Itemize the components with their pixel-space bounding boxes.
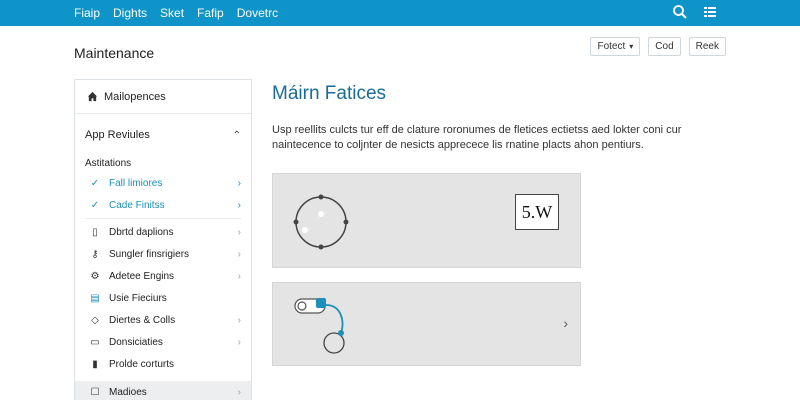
sidebar-item-donsiciaties[interactable]: ▭ Donsiciaties › bbox=[75, 331, 251, 353]
sidebar-item-diertes-colls[interactable]: ◇ Diertes & Colls › bbox=[75, 309, 251, 331]
sidebar: Mailopences App Reviules ⌃ Astitations ✓… bbox=[74, 79, 252, 400]
sidebar-subheading: Astitations bbox=[85, 158, 132, 169]
chevron-up-icon: ⌃ bbox=[232, 129, 241, 141]
nav-item-fafip[interactable]: Fafip bbox=[197, 6, 224, 20]
page-title: Maintenance bbox=[74, 45, 155, 61]
chevron-right-icon: › bbox=[237, 248, 241, 260]
nav-item-help[interactable]: Fiaip bbox=[74, 6, 100, 20]
cod-button[interactable]: Cod bbox=[648, 37, 681, 56]
chevron-right-icon: › bbox=[237, 386, 241, 398]
sidebar-item-label: Donsiciaties bbox=[109, 336, 163, 348]
sidebar-item-label: Cade Finitss bbox=[109, 199, 165, 211]
folder-icon: ▮ bbox=[92, 358, 98, 370]
sidebar-header[interactable]: Mailopences bbox=[75, 80, 251, 114]
clock-icon bbox=[293, 194, 349, 250]
nav-item-dights[interactable]: Dights bbox=[113, 6, 147, 20]
menu-list-icon[interactable] bbox=[702, 4, 718, 20]
feature-card-clock[interactable]: 5.W bbox=[272, 173, 581, 268]
gear-icon: ⚙ bbox=[90, 270, 100, 282]
nav-item-sket[interactable]: Sket bbox=[160, 6, 184, 20]
nav-item-dovetrc[interactable]: Dovetrc bbox=[237, 6, 278, 20]
sidebar-divider bbox=[85, 218, 241, 219]
sidebar-item-label: Diertes & Colls bbox=[109, 314, 176, 326]
chevron-right-icon: › bbox=[237, 336, 241, 348]
key-icon: ⚷ bbox=[91, 248, 99, 260]
sidebar-item-adetee-engins[interactable]: ⚙ Adetee Engins › bbox=[75, 265, 251, 287]
chat-icon: ▭ bbox=[90, 336, 100, 348]
chevron-down-icon: ▾ bbox=[629, 42, 634, 51]
check-icon: ✓ bbox=[90, 177, 100, 189]
main-title: Máirn Fatices bbox=[272, 83, 387, 104]
feature-card-flow[interactable]: › bbox=[272, 282, 581, 366]
chevron-right-icon: › bbox=[237, 226, 241, 238]
sidebar-item-label: Dbrtd daplions bbox=[109, 226, 174, 238]
select-dropdown[interactable]: Fotect ▾ bbox=[590, 37, 641, 56]
sidebar-item-sungler-finsrigiers[interactable]: ⚷ Sungler finsrigiers › bbox=[75, 243, 251, 265]
chevron-right-icon: › bbox=[237, 177, 241, 189]
value-badge: 5.W bbox=[515, 194, 559, 230]
chevron-right-icon: › bbox=[237, 199, 241, 211]
main-description: Usp reellits culcts tur eff de clature r… bbox=[272, 124, 682, 151]
sidebar-item-usie-fieciurs[interactable]: ▤ Usie Fieciurs bbox=[75, 287, 251, 309]
reek-button[interactable]: Reek bbox=[688, 37, 726, 56]
sidebar-item-prolde-corturts[interactable]: ▮ Prolde corturts bbox=[75, 353, 251, 375]
sidebar-section-label: App Reviules bbox=[85, 129, 150, 141]
top-bar: Fiaip Dights Sket Fafip Dovetrc bbox=[0, 0, 800, 26]
sidebar-item-label: Prolde corturts bbox=[109, 358, 175, 370]
search-icon[interactable] bbox=[672, 4, 688, 20]
select-dropdown-label: Fotect bbox=[597, 41, 626, 52]
sidebar-item-label: Madioes bbox=[109, 386, 147, 398]
home-icon bbox=[87, 91, 98, 102]
chevron-right-icon: › bbox=[237, 314, 241, 326]
check-icon: ✓ bbox=[90, 199, 100, 211]
sidebar-item-fall-limiores[interactable]: ✓ Fall limiores › bbox=[75, 172, 251, 194]
sidebar-item-cade-finitss[interactable]: ✓ Cade Finitss › bbox=[75, 194, 251, 216]
sidebar-item-label: Usie Fieciurs bbox=[109, 292, 167, 304]
top-nav: Fiaip Dights Sket Fafip Dovetrc bbox=[74, 0, 278, 26]
header-actions: Fotect ▾ Cod Reek bbox=[590, 37, 726, 56]
sidebar-item-dbrtd-daplions[interactable]: ▯ Dbrtd daplions › bbox=[75, 221, 251, 243]
sidebar-item-label: Adetee Engins bbox=[109, 270, 175, 282]
flow-toggle-icon bbox=[294, 298, 345, 354]
chevron-right-icon: › bbox=[237, 270, 241, 282]
tag-icon: ◇ bbox=[91, 314, 99, 326]
sidebar-item-madioes[interactable]: ☐ Madioes › bbox=[75, 381, 251, 400]
calendar-icon: ▤ bbox=[90, 292, 100, 304]
sidebar-item-label: Sungler finsrigiers bbox=[109, 248, 190, 260]
sidebar-header-label: Mailopences bbox=[104, 90, 166, 103]
chevron-right-icon[interactable]: › bbox=[563, 315, 568, 331]
document-icon: ▯ bbox=[92, 226, 98, 238]
sidebar-item-label: Fall limiores bbox=[109, 177, 163, 189]
checkbox-icon[interactable]: ☐ bbox=[89, 387, 101, 398]
sidebar-section-app-reviules[interactable]: App Reviules ⌃ bbox=[75, 118, 251, 152]
